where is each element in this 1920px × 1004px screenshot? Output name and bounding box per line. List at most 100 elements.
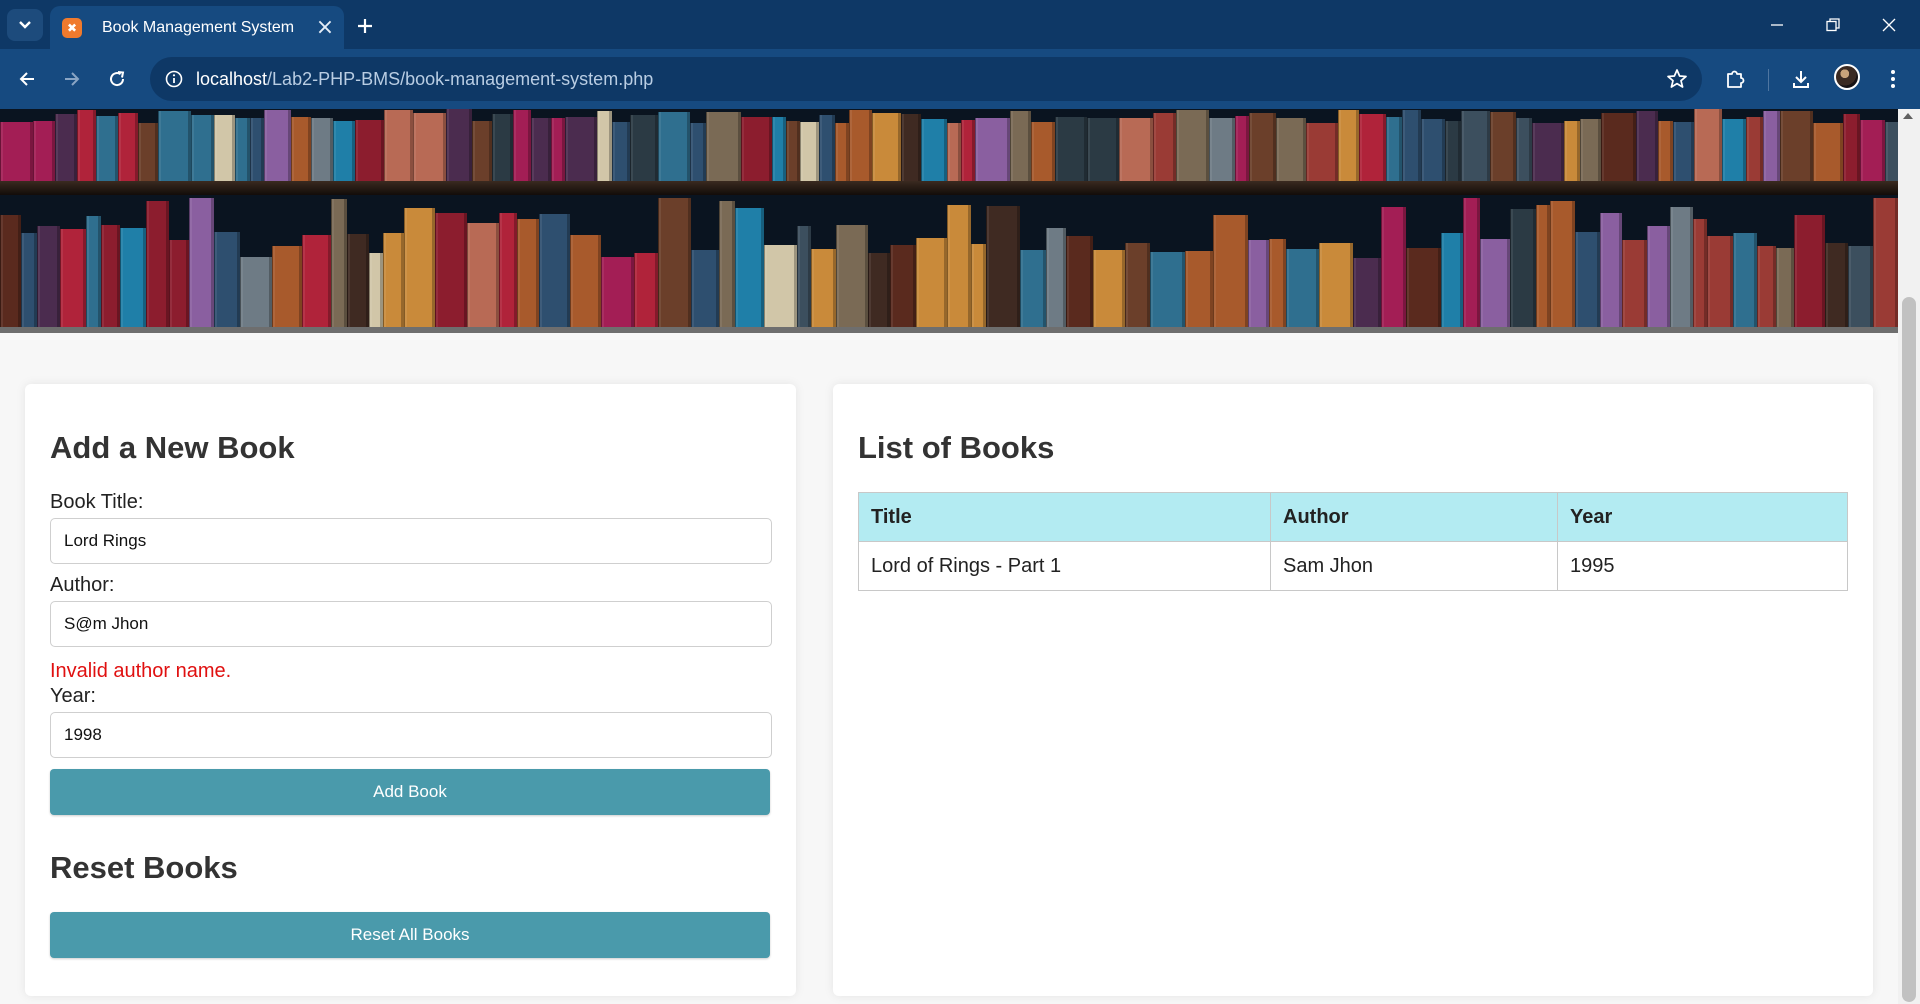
book-spine <box>369 253 383 327</box>
book-spine <box>1046 227 1066 327</box>
book-spine <box>868 253 890 327</box>
book-spine <box>1722 119 1746 181</box>
reset-all-books-button[interactable]: Reset All Books <box>50 912 770 958</box>
book-list-panel: List of Books Title Author Year Lord of … <box>833 384 1873 996</box>
book-spine <box>1780 110 1813 181</box>
book-spine <box>961 119 975 181</box>
forward-button[interactable] <box>55 62 89 96</box>
scrollbar-thumb[interactable] <box>1902 297 1916 1002</box>
book-spine <box>214 232 240 327</box>
book-spine <box>1319 243 1353 327</box>
book-spine <box>404 207 435 327</box>
arrow-right-icon <box>65 72 80 86</box>
tab-search-button[interactable] <box>7 9 43 41</box>
book-spine <box>1276 117 1306 181</box>
book-spine <box>901 113 921 181</box>
back-button[interactable] <box>10 62 44 96</box>
book-spine <box>741 117 772 181</box>
tab-strip: ✖ Book Management System × <box>0 0 1920 49</box>
book-spine <box>1550 200 1575 327</box>
book-spine <box>240 256 272 327</box>
book-spine <box>1873 197 1898 327</box>
minimize-icon <box>1771 24 1783 26</box>
site-info-button[interactable] <box>154 59 194 99</box>
book-spine <box>630 114 658 181</box>
book-spine <box>1185 251 1213 327</box>
book-spine <box>735 207 764 327</box>
books-table: Title Author Year Lord of Rings - Part 1… <box>858 492 1848 591</box>
book-spine <box>1647 225 1670 327</box>
book-spine <box>1763 111 1780 181</box>
book-spine <box>331 198 347 327</box>
reload-button[interactable] <box>100 62 134 96</box>
book-spine <box>811 248 836 327</box>
minimize-button[interactable] <box>1757 9 1797 41</box>
close-tab-icon[interactable]: × <box>314 15 336 40</box>
book-spine <box>347 233 369 327</box>
menu-button[interactable] <box>1876 62 1910 96</box>
book-spine <box>1386 116 1402 181</box>
book-spine <box>101 224 120 327</box>
book-spine <box>719 200 735 327</box>
add-book-button[interactable]: Add Book <box>50 769 770 815</box>
book-author-cell: Sam Jhon <box>1270 541 1558 591</box>
table-row: Lord of Rings - Part 1 Sam Jhon 1995 <box>858 541 1848 591</box>
book-spine <box>800 122 819 181</box>
book-spine <box>916 237 947 327</box>
restore-button[interactable] <box>1813 9 1853 41</box>
table-header-row: Title Author Year <box>858 492 1848 542</box>
book-spine <box>601 256 634 327</box>
book-spine <box>531 117 551 181</box>
book-spine <box>1338 109 1359 181</box>
extensions-button[interactable] <box>1718 62 1752 96</box>
book-spine <box>138 122 158 181</box>
active-tab[interactable]: ✖ Book Management System × <box>50 6 344 49</box>
book-spine <box>214 114 235 181</box>
book-spine <box>1622 239 1647 327</box>
url-path: /Lab2-PHP-BMS/book-management-system.php <box>267 68 654 89</box>
book-spine <box>446 109 472 181</box>
book-spine <box>971 243 986 327</box>
book-spine <box>986 206 1020 327</box>
book-spine <box>86 216 101 327</box>
book-spine <box>835 122 849 181</box>
book-spine <box>1794 214 1825 327</box>
book-spine <box>383 232 404 327</box>
book-spine <box>1381 207 1406 327</box>
close-window-button[interactable] <box>1869 9 1909 41</box>
address-bar[interactable]: localhost/Lab2-PHP-BMS/book-management-s… <box>150 57 1702 101</box>
book-spine <box>311 117 333 181</box>
bookmark-star-button[interactable] <box>1666 68 1688 95</box>
book-spine <box>947 205 971 327</box>
book-title-cell: Lord of Rings - Part 1 <box>858 541 1271 591</box>
book-spine <box>1733 233 1757 327</box>
author-input[interactable]: S@m Jhon <box>50 601 772 647</box>
book-spine <box>1776 247 1794 327</box>
book-title-input[interactable]: Lord Rings <box>50 518 772 564</box>
book-spine <box>492 113 513 181</box>
book-spine <box>1461 111 1490 181</box>
profile-avatar[interactable] <box>1834 64 1860 90</box>
new-tab-button[interactable] <box>350 11 380 41</box>
book-spine <box>836 225 868 327</box>
downloads-button[interactable] <box>1784 62 1818 96</box>
book-spine <box>1306 123 1338 181</box>
book-spine <box>333 120 355 181</box>
book-spine <box>1575 232 1600 327</box>
book-spine <box>1248 239 1269 327</box>
scroll-up-arrow-icon[interactable] <box>1903 113 1913 119</box>
book-spine <box>921 118 947 181</box>
plus-icon <box>358 19 372 33</box>
book-spine <box>1580 119 1601 181</box>
vertical-scrollbar[interactable] <box>1898 109 1920 1004</box>
puzzle-icon <box>1727 70 1745 88</box>
book-spine <box>1601 113 1636 181</box>
year-input[interactable]: 1998 <box>50 712 772 758</box>
book-spine <box>1235 116 1249 181</box>
arrow-left-icon <box>19 72 34 86</box>
book-spine <box>565 117 597 181</box>
book-spine <box>890 245 916 327</box>
book-spine <box>1402 110 1421 181</box>
add-book-panel: Add a New Book Book Title: Lord Rings Au… <box>25 384 796 996</box>
url-host: localhost <box>196 68 268 89</box>
